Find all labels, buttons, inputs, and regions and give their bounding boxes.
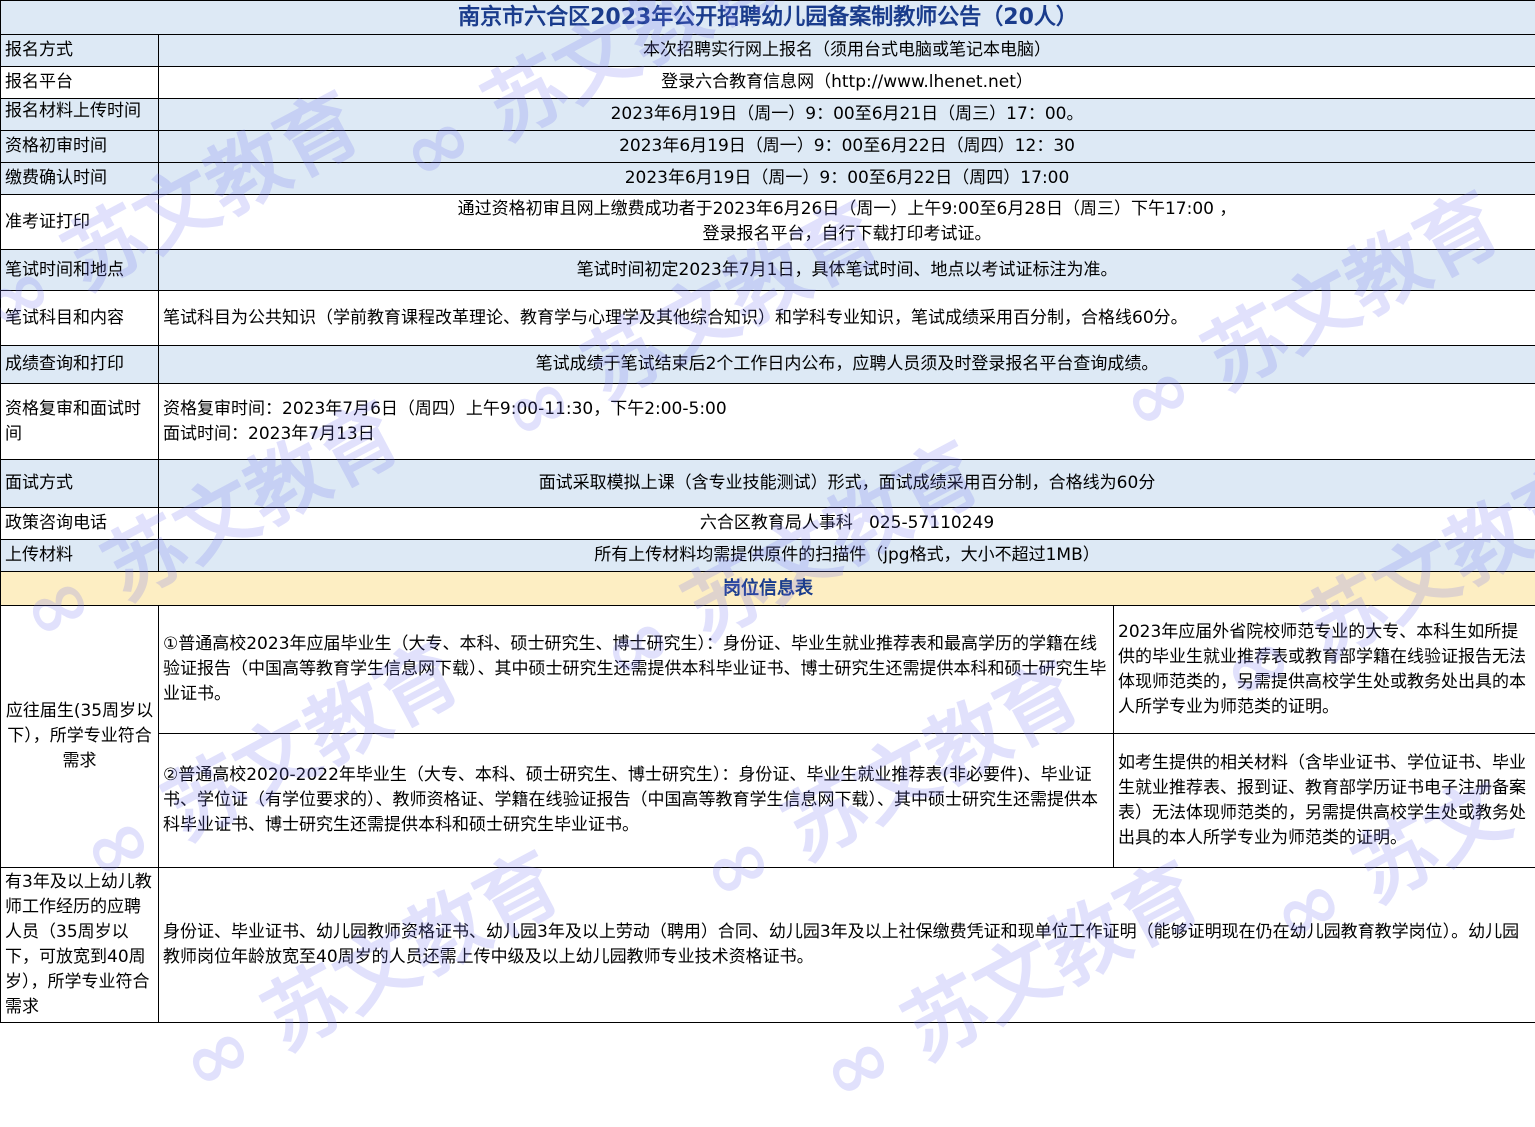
group1-note1: 2023年应届外省院校师范专业的大专、本科生如所提供的毕业生就业推荐表或教育部学… (1114, 606, 1535, 734)
table-row: 资格初审时间 2023年6月19日（周一）9：00至6月22日（周四）12：30 (1, 131, 1535, 163)
row-label: 成绩查询和打印 (1, 346, 159, 384)
table-row: 报名平台 登录六合教育信息网（http://www.lhenet.net） (1, 67, 1535, 99)
table-row: 准考证打印 通过资格初审且网上缴费成功者于2023年6月26日（周一）上午9:0… (1, 195, 1535, 250)
row-value: 登录六合教育信息网（http://www.lhenet.net） (159, 67, 1535, 99)
row-label: 缴费确认时间 (1, 163, 159, 195)
group1-label: 应往届生(35周岁以下），所学专业符合需求 (1, 606, 159, 868)
page-title: 南京市六合区2023年公开招聘幼儿园备案制教师公告（20人） (1, 1, 1535, 35)
row-value: 通过资格初审且网上缴费成功者于2023年6月26日（周一）上午9:00至6月28… (159, 195, 1535, 250)
group1-item1: ①普通高校2023年应届毕业生（大专、本科、硕士研究生、博士研究生）：身份证、毕… (159, 606, 1114, 734)
row-value: 笔试时间初定2023年7月1日，具体笔试时间、地点以考试证标注为准。 (159, 250, 1535, 291)
row-value: 本次招聘实行网上报名（须用台式电脑或笔记本电脑） (159, 35, 1535, 67)
row-label: 政策咨询电话 (1, 508, 159, 540)
row-label: 资格初审时间 (1, 131, 159, 163)
table-row: 笔试时间和地点 笔试时间初定2023年7月1日，具体笔试时间、地点以考试证标注为… (1, 250, 1535, 291)
table-row: 资格复审和面试时间 资格复审时间：2023年7月6日（周四）上午9:00-11:… (1, 384, 1535, 460)
row-label: 面试方式 (1, 460, 159, 508)
group1-note2: 如考生提供的相关材料（含毕业证书、学位证书、毕业生就业推荐表、报到证、教育部学历… (1114, 734, 1535, 868)
row-label: 报名平台 (1, 67, 159, 99)
recruitment-table: 南京市六合区2023年公开招聘幼儿园备案制教师公告（20人） 报名方式 本次招聘… (0, 0, 1535, 1023)
group2-label: 有3年及以上幼儿教师工作经历的应聘人员（35周岁以下，可放宽到40周岁），所学专… (1, 868, 159, 1023)
table-row: 上传材料 所有上传材料均需提供原件的扫描件（jpg格式，大小不超过1MB） (1, 540, 1535, 572)
row-label: 笔试时间和地点 (1, 250, 159, 291)
table-row: 有3年及以上幼儿教师工作经历的应聘人员（35周岁以下，可放宽到40周岁），所学专… (1, 868, 1535, 1023)
row-value: 资格复审时间：2023年7月6日（周四）上午9:00-11:30，下午2:00-… (159, 384, 1535, 460)
row-label: 上传材料 (1, 540, 159, 572)
group2-value: 身份证、毕业证书、幼儿园教师资格证书、幼儿园3年及以上劳动（聘用）合同、幼儿园3… (159, 868, 1535, 1023)
row-value-line: 面试时间：2023年7月13日 (163, 422, 1531, 447)
row-label: 笔试科目和内容 (1, 291, 159, 346)
table-row: 报名方式 本次招聘实行网上报名（须用台式电脑或笔记本电脑） (1, 35, 1535, 67)
row-value: 2023年6月19日（周一）9：00至6月22日（周四）12：30 (159, 131, 1535, 163)
row-label: 资格复审和面试时间 (1, 384, 159, 460)
row-value: 笔试成绩于笔试结束后2个工作日内公布，应聘人员须及时登录报名平台查询成绩。 (159, 346, 1535, 384)
table-row: 应往届生(35周岁以下），所学专业符合需求 ①普通高校2023年应届毕业生（大专… (1, 606, 1535, 734)
table-row: 报名材料上传时间 2023年6月19日（周一）9：00至6月21日（周三）17：… (1, 99, 1535, 131)
table-row: 缴费确认时间 2023年6月19日（周一）9：00至6月22日（周四）17:00 (1, 163, 1535, 195)
row-value: 六合区教育局人事科 025-57110249 (159, 508, 1535, 540)
table-row: 笔试科目和内容 笔试科目为公共知识（学前教育课程改革理论、教育学与心理学及其他综… (1, 291, 1535, 346)
table-row: ②普通高校2020-2022年毕业生（大专、本科、硕士研究生、博士研究生）：身份… (1, 734, 1535, 868)
row-label: 准考证打印 (1, 195, 159, 250)
row-value: 2023年6月19日（周一）9：00至6月22日（周四）17:00 (159, 163, 1535, 195)
row-value: 面试采取模拟上课（含专业技能测试）形式，面试成绩采用百分制，合格线为60分 (159, 460, 1535, 508)
row-value: 所有上传材料均需提供原件的扫描件（jpg格式，大小不超过1MB） (159, 540, 1535, 572)
row-value-line: 通过资格初审且网上缴费成功者于2023年6月26日（周一）上午9:00至6月28… (163, 197, 1531, 222)
table-row: 成绩查询和打印 笔试成绩于笔试结束后2个工作日内公布，应聘人员须及时登录报名平台… (1, 346, 1535, 384)
table-row: 政策咨询电话 六合区教育局人事科 025-57110249 (1, 508, 1535, 540)
table-row: 面试方式 面试采取模拟上课（含专业技能测试）形式，面试成绩采用百分制，合格线为6… (1, 460, 1535, 508)
section-title: 岗位信息表 (1, 572, 1535, 606)
row-label: 报名方式 (1, 35, 159, 67)
row-value-line: 登录报名平台，自行下载打印考试证。 (163, 222, 1531, 247)
row-value-line: 资格复审时间：2023年7月6日（周四）上午9:00-11:30，下午2:00-… (163, 397, 1531, 422)
row-value: 笔试科目为公共知识（学前教育课程改革理论、教育学与心理学及其他综合知识）和学科专… (159, 291, 1535, 346)
row-value: 2023年6月19日（周一）9：00至6月21日（周三）17：00。 (159, 99, 1535, 131)
group1-item2: ②普通高校2020-2022年毕业生（大专、本科、硕士研究生、博士研究生）：身份… (159, 734, 1114, 868)
row-label: 报名材料上传时间 (1, 99, 159, 131)
